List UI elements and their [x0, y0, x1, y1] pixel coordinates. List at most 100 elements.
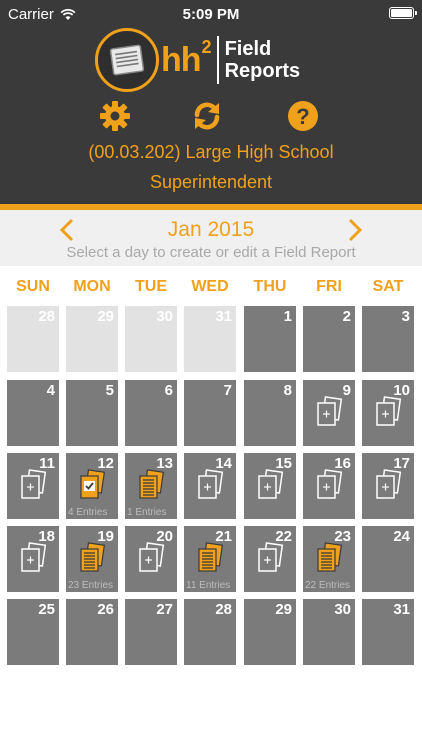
day-number: 23 [334, 528, 351, 545]
gear-icon[interactable] [99, 100, 131, 132]
calendar-day[interactable]: 21 11 Entries [184, 526, 236, 592]
calendar-instruction: Select a day to create or edit a Field R… [66, 244, 356, 261]
day-number: 2 [342, 308, 351, 325]
day-number: 4 [46, 382, 55, 399]
day-number: 14 [215, 455, 232, 472]
day-number: 1 [283, 308, 292, 325]
calendar-day[interactable]: 29 [66, 306, 118, 372]
day-number: 11 [39, 455, 55, 472]
day-number: 16 [334, 455, 351, 472]
new-report-icon [258, 469, 284, 499]
status-time: 5:09 PM [182, 6, 240, 23]
day-number: 12 [97, 455, 114, 472]
newspaper-icon [95, 28, 159, 92]
app-logo: hh2 Field Reports [95, 28, 300, 92]
calendar-day[interactable]: 9 [303, 380, 355, 446]
calendar-day[interactable]: 28 [184, 599, 236, 665]
entries-count: 11 Entries [186, 580, 231, 591]
calendar-day[interactable]: 22 [244, 526, 296, 592]
day-number: 13 [156, 455, 173, 472]
calendar-day[interactable]: 19 23 Entries [66, 526, 118, 592]
day-number: 3 [401, 308, 410, 325]
completed-report-icon [80, 469, 105, 499]
calendar-day[interactable]: 2 [303, 306, 355, 372]
svg-text:?: ? [296, 104, 309, 129]
day-number: 30 [156, 308, 173, 325]
day-number: 6 [164, 382, 173, 399]
calendar-day[interactable]: 8 [244, 380, 296, 446]
calendar-day[interactable]: 6 [125, 380, 177, 446]
sync-icon[interactable] [191, 100, 223, 132]
day-number: 7 [223, 382, 232, 399]
calendar-day[interactable]: 30 [125, 306, 177, 372]
calendar-day[interactable]: 1 [244, 306, 296, 372]
month-navigation: Jan 2015 Select a day to create or edit … [0, 210, 422, 266]
new-report-icon [21, 469, 47, 499]
day-number: 30 [334, 601, 351, 618]
calendar-day[interactable]: 25 [7, 599, 59, 665]
calendar-day[interactable]: 16 [303, 453, 355, 519]
calendar-day[interactable]: 12 4 Entries [66, 453, 118, 519]
calendar-day[interactable]: 31 [362, 599, 414, 665]
new-report-icon [376, 469, 402, 499]
day-number: 24 [393, 528, 410, 545]
day-number: 28 [215, 601, 232, 618]
help-icon[interactable]: ? [287, 100, 319, 132]
new-report-icon [21, 542, 47, 572]
project-name: (00.03.202) Large High School [88, 142, 334, 162]
calendar-grid: 28 29 30 31 1 2 3 4 5 6 7 8 9 10 11 12 4 Entries 13 1 Entr… [0, 306, 422, 666]
weekday-fri: FRI [316, 278, 342, 295]
saved-report-icon [317, 542, 342, 572]
status-bar: Carrier 5:09 PM [0, 0, 422, 30]
weekday-tue: TUE [135, 278, 167, 295]
calendar-day[interactable]: 31 [184, 306, 236, 372]
calendar-day[interactable]: 11 [7, 453, 59, 519]
day-number: 27 [156, 601, 173, 618]
day-number: 31 [393, 601, 410, 618]
day-number: 20 [156, 528, 173, 545]
calendar-day[interactable]: 18 [7, 526, 59, 592]
weekday-thu: THU [253, 278, 287, 295]
calendar-day[interactable]: 5 [66, 380, 118, 446]
calendar-day[interactable]: 26 [66, 599, 118, 665]
day-number: 29 [97, 308, 114, 325]
battery-icon [389, 7, 417, 19]
entries-count: 1 Entries [127, 507, 167, 518]
day-number: 19 [97, 528, 114, 545]
calendar-day[interactable]: 17 [362, 453, 414, 519]
saved-report-icon [139, 469, 164, 499]
calendar-day[interactable]: 29 [244, 599, 296, 665]
new-report-icon [198, 469, 224, 499]
day-number: 18 [38, 528, 55, 545]
calendar-day[interactable]: 20 [125, 526, 177, 592]
calendar-day[interactable]: 3 [362, 306, 414, 372]
calendar-day[interactable]: 7 [184, 380, 236, 446]
calendar-day[interactable]: 10 [362, 380, 414, 446]
calendar-day[interactable]: 24 [362, 526, 414, 592]
weekday-mon: MON [73, 278, 111, 295]
calendar-day[interactable]: 13 1 Entries [125, 453, 177, 519]
calendar-day[interactable]: 30 [303, 599, 355, 665]
calendar-day[interactable]: 14 [184, 453, 236, 519]
calendar-day[interactable]: 27 [125, 599, 177, 665]
day-number: 28 [38, 308, 55, 325]
calendar-day[interactable]: 15 [244, 453, 296, 519]
logo-divider [216, 36, 219, 84]
day-number: 31 [215, 308, 232, 325]
day-number: 17 [393, 455, 410, 472]
day-number: 5 [105, 382, 114, 399]
day-number: 10 [393, 382, 410, 399]
new-report-icon [317, 469, 343, 499]
weekday-wed: WED [191, 278, 229, 295]
calendar-day[interactable]: 28 [7, 306, 59, 372]
weekday-sun: SUN [16, 278, 50, 295]
entries-count: 4 Entries [68, 507, 108, 518]
logo-hh: hh2 [161, 36, 212, 79]
app-header: Carrier 5:09 PM hh2 Field Reports ? (00.… [0, 0, 422, 204]
new-report-icon [139, 542, 165, 572]
next-month-button[interactable] [342, 216, 366, 244]
calendar-day[interactable]: 4 [7, 380, 59, 446]
logo-text: Field Reports [224, 38, 301, 82]
day-number: 22 [275, 528, 292, 545]
calendar-day[interactable]: 23 22 Entries [303, 526, 355, 592]
